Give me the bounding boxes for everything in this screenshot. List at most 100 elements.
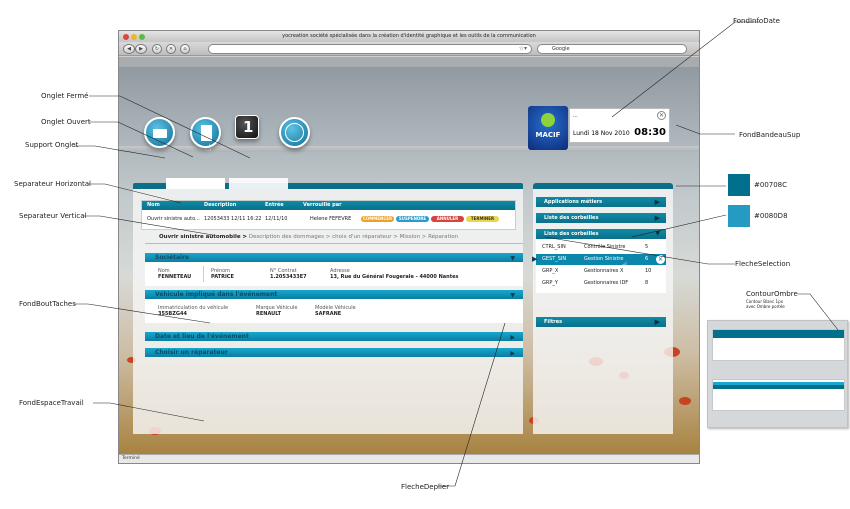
onglet-ferme[interactable] — [229, 178, 288, 189]
fleche-deplier-icon[interactable]: ▶ — [510, 349, 515, 358]
annotation-onglet-ferme: Onglet Fermé — [41, 92, 89, 100]
section-vehicule-body: Immatriculation du véhicule 355BZG44 Mar… — [145, 299, 523, 323]
filtres-label: Filtres — [544, 319, 563, 325]
chevron-down-icon[interactable]: ▼ — [655, 229, 660, 239]
section-reparateur-title: Choisir un réparateur — [155, 349, 228, 356]
task-table-header: Nom Description Entrée Verrouillé par — [142, 201, 515, 210]
window-titlebar: yocreation société spécialisée dans la c… — [119, 31, 699, 42]
col-description: Description — [204, 202, 237, 208]
section-date-lieu-header[interactable]: Date et lieu de l'événement ▶ — [145, 332, 523, 341]
annotation-contour-ombre-note2: avec Ombre portée — [746, 304, 785, 309]
onglet-ouvert[interactable] — [166, 178, 225, 189]
terminer-button[interactable]: TERMINER — [466, 216, 499, 222]
home-icon[interactable]: ⌂ — [180, 44, 190, 54]
bookmark-star-icon[interactable]: ☆▾ — [519, 45, 527, 52]
close-info-icon[interactable]: ✕ — [657, 111, 666, 120]
reload-icon[interactable]: ↻ — [152, 44, 162, 54]
item-name: Contrôle Sinistre — [584, 244, 626, 250]
current-date: Lundi 18 Nov 2010 — [573, 130, 630, 137]
section-vehicule-title: Véhicule impliqué dans l'événement — [155, 291, 278, 298]
hand-cursor-icon: ☝ — [622, 261, 628, 271]
breadcrumb-current[interactable]: Ouvrir sinistre automobile — [159, 234, 241, 240]
annuler-button[interactable]: ANNULER — [431, 216, 464, 222]
item-code: GRP_X — [542, 268, 559, 274]
fond-info-date: ... ✕ Lundi 18 Nov 2010 08:30 — [569, 108, 670, 143]
fleche-deplier-icon[interactable]: ▶ — [655, 197, 660, 207]
close-icon[interactable]: ✕ — [656, 255, 665, 264]
table-row[interactable]: Ouvrir sinistre auto... 12053433 12/11 1… — [142, 213, 515, 226]
field-value-contrat: 1.2053433E7 — [270, 274, 307, 280]
zoom-window-icon[interactable] — [139, 34, 145, 40]
annotation-fond-espace-travail: FondEspaceTravail — [19, 399, 84, 407]
annotation-fleche-deplier: FlecheDeplier — [401, 483, 450, 491]
mail-icon[interactable] — [144, 117, 175, 148]
annotation-contour-ombre: ContourOmbre — [746, 290, 798, 298]
cell-nom: Ouvrir sinistre auto... — [147, 216, 200, 222]
liste-corbeilles-bar-2[interactable]: Liste des corbeilles ▼ — [536, 229, 666, 239]
fleche-deplier-icon[interactable]: ▶ — [510, 333, 515, 342]
liste-corbeilles-label-1: Liste des corbeilles — [544, 215, 599, 221]
poppy-decoration — [679, 397, 691, 405]
demo-box-bottom — [712, 379, 845, 411]
separateur-horizontal — [145, 243, 523, 244]
section-societaire-body: Nom FENNETEAU Prénom PATRICE N° Contrat … — [145, 262, 523, 286]
separateur-vertical — [203, 266, 204, 282]
cell-description: 12053433 12/11 16:22 — [204, 216, 262, 222]
annotation-separateur-horizontal: Separateur Horizontal — [14, 180, 91, 188]
item-code: CTRL_SIN — [542, 244, 566, 250]
forward-icon[interactable]: ▶ — [135, 44, 147, 54]
back-icon[interactable]: ◀ — [123, 44, 135, 54]
minimize-window-icon[interactable] — [131, 34, 137, 40]
fleche-deplier-icon[interactable]: ▶ — [655, 317, 660, 327]
annotation-fleche-selection: FlecheSelection — [735, 260, 791, 268]
cell-entree: 12/11/10 — [265, 216, 288, 222]
liste-corbeilles-bar-1[interactable]: Liste des corbeilles ▶ — [536, 213, 666, 223]
commencer-button[interactable]: COMMENCER — [361, 216, 394, 222]
annotation-fond-info-date: FondInfoDate — [733, 17, 780, 25]
info-line: ... — [573, 113, 578, 119]
breadcrumb-rest[interactable]: Description des dommages > choix d'un ré… — [249, 234, 458, 240]
annotation-support-onglet: Support Onglet — [25, 141, 79, 149]
color-swatch-label-cyan: #0080D8 — [754, 212, 788, 220]
address-bar[interactable]: ☆▾ — [208, 44, 532, 54]
close-window-icon[interactable] — [123, 34, 129, 40]
globe-icon[interactable] — [279, 117, 310, 148]
right-panel: Applications métiers ▶ Liste des corbeill… — [532, 189, 673, 434]
applications-metiers-bar[interactable]: Applications métiers ▶ — [536, 197, 666, 207]
status-bar: Terminé — [119, 454, 699, 463]
current-time: 08:30 — [634, 127, 666, 138]
fleche-deplier-icon[interactable]: ▶ — [655, 213, 660, 223]
item-code: GRP_Y — [542, 280, 558, 286]
window-title: yocreation société spécialisée dans la c… — [282, 33, 536, 39]
field-value-prenom: PATRICE — [211, 274, 234, 280]
section-societaire-header[interactable]: Sociétaire ▼ — [145, 253, 523, 262]
browser-toolbar: ◀ ▶ ↻ ✕ ⌂ ☆▾ Google — [119, 42, 699, 56]
color-swatch-cyan — [728, 205, 750, 227]
section-vehicule-header[interactable]: Véhicule impliqué dans l'événement ▼ — [145, 290, 523, 299]
color-swatch-label-dark-teal: #00708C — [754, 181, 788, 189]
item-name: Gestionnaires X — [584, 268, 624, 274]
calendar-icon[interactable]: 1 — [235, 115, 259, 139]
task-table: Nom Description Entrée Verrouillé par Ou… — [141, 200, 516, 230]
section-reparateur-header[interactable]: Choisir un réparateur ▶ — [145, 348, 523, 357]
top-strip — [119, 57, 699, 67]
hand-cursor-icon: ☝ — [205, 143, 212, 154]
field-value-nom: FENNETEAU — [158, 274, 192, 280]
demo-box-top — [712, 329, 845, 361]
col-entree: Entrée — [265, 202, 284, 208]
calendar-digit: 1 — [243, 118, 254, 136]
field-value-adresse: 13, Rue du Général Fougerale - 44000 Nan… — [330, 274, 459, 280]
stop-icon[interactable]: ✕ — [166, 44, 176, 54]
search-input[interactable]: Google — [537, 44, 687, 54]
logo-text: MACIF — [535, 131, 561, 139]
filtres-bar[interactable]: Filtres ▶ — [536, 317, 666, 327]
suspendre-button[interactable]: SUSPENDRE — [396, 216, 429, 222]
item-count: 5 — [645, 244, 649, 250]
list-item[interactable]: CTRL_SIN Contrôle Sinistre 5 — [536, 242, 666, 253]
macif-logo: MACIF — [528, 106, 568, 150]
list-item-selected[interactable]: ▶ GEST_SIN Gestion Sinistre 6 ✕ — [532, 254, 666, 265]
list-item[interactable]: GRP_Y Gestionnaires IDF 8 — [536, 278, 666, 289]
list-item[interactable]: GRP_X Gestionnaires X 10 — [536, 266, 666, 277]
field-value-immatriculation: 355BZG44 — [158, 311, 187, 317]
browser-window: yocreation société spécialisée dans la c… — [118, 30, 700, 464]
